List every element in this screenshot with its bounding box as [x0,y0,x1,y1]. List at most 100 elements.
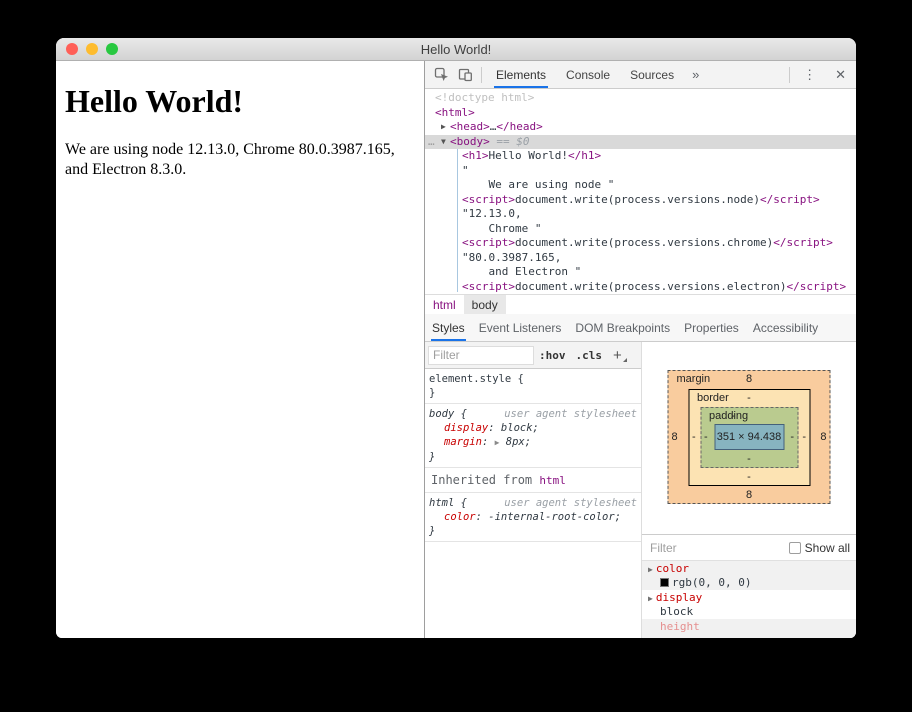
sidebar-tabs: Styles Event Listeners DOM Breakpoints P… [425,314,856,342]
inherited-from-link[interactable]: html [539,474,566,487]
kebab-menu-icon[interactable]: ⋮ [794,67,825,83]
tag-token: </h1> [567,149,602,162]
tree-line[interactable]: "12.13.0, [425,207,856,222]
computed-property-value: rgb(0, 0, 0) [648,576,850,589]
computed-property-height[interactable]: height [642,619,856,638]
brace: } [429,387,436,399]
expand-icon[interactable]: ▶ [648,594,653,603]
collapse-icon[interactable]: ▼ [441,135,446,150]
tab-accessibility[interactable]: Accessibility [746,314,825,341]
css-property[interactable]: display: block; [429,421,637,435]
style-rule-body[interactable]: body { user agent stylesheet display: bl… [425,404,641,468]
text-token: Hello World! [488,149,568,162]
tree-line[interactable]: <h1>Hello World!</h1> [425,149,856,164]
styles-pane: :hov .cls + element.style { } body { u [425,342,642,638]
box-model-border[interactable]: border - - - - padding - - - - 351 × 94.… [688,388,810,486]
tree-line[interactable]: <html> [425,106,856,121]
styles-filter-input[interactable] [428,345,534,365]
tab-sources-label: Sources [630,67,675,82]
toggle-class-button[interactable]: .cls [571,349,608,362]
tree-line[interactable]: Chrome " [425,222,856,237]
border-right-value[interactable]: - [802,431,806,443]
toggle-hover-state-button[interactable]: :hov [534,349,571,362]
expand-icon[interactable]: ▶ [441,120,446,135]
page-paragraph: We are using node 12.13.0, Chrome 80.0.3… [65,141,395,179]
tree-line[interactable]: <script>document.write(process.versions.… [425,193,856,208]
style-rule-element-style[interactable]: element.style { } [425,369,641,404]
tab-elements[interactable]: Elements [486,61,556,88]
margin-top-value[interactable]: 8 [669,373,830,385]
inspect-element-icon[interactable] [429,64,453,86]
minimize-window-button[interactable] [86,43,98,55]
text-token: "80.0.3987.165, [462,250,562,264]
css-property-value: : -internal-root-color; [475,511,622,523]
text-token: document.write(process.versions.electron… [514,279,787,293]
tree-line[interactable]: "80.0.3987.165, [425,251,856,266]
tag-token: <html> [435,105,475,119]
styles-filter-bar: :hov .cls + [425,342,641,369]
tab-console[interactable]: Console [556,61,620,88]
breadcrumb-html[interactable]: html [425,295,464,314]
css-selector: body [429,408,455,420]
padding-left-value[interactable]: - [704,431,708,443]
margin-left-value[interactable]: 8 [672,431,678,443]
padding-right-value[interactable]: - [790,431,794,443]
computed-property-color[interactable]: ▶ color rgb(0, 0, 0) [642,561,856,590]
doctype-token: <!doctype html> [435,91,535,104]
box-model-padding[interactable]: padding - - - - 351 × 94.438 [700,406,798,468]
more-tabs-button[interactable]: » [684,67,707,82]
tree-line[interactable]: ▶ <head>…</head> [425,120,856,135]
css-property[interactable]: margin: ▶ 8px; [429,435,637,450]
breadcrumb-body[interactable]: body [463,295,506,314]
border-bottom-value[interactable]: - [689,471,809,483]
tree-line[interactable]: <script>document.write(process.versions.… [425,236,856,251]
box-model-margin[interactable]: margin 8 8 8 8 border - - - - padding - … [667,370,831,504]
border-top-value[interactable]: - [689,392,809,404]
page-heading: Hello World! [65,83,244,119]
style-rule-html[interactable]: html { user agent stylesheet color: -int… [425,493,641,542]
tab-sources[interactable]: Sources [620,61,684,88]
css-property-name: margin [444,436,482,448]
tab-properties[interactable]: Properties [677,314,746,341]
margin-bottom-value[interactable]: 8 [669,489,830,501]
device-toolbar-icon[interactable] [453,64,477,86]
titlebar[interactable]: Hello World! [56,38,856,61]
tab-event-listeners[interactable]: Event Listeners [472,314,569,341]
show-all-checkbox[interactable] [788,541,801,554]
computed-property-value: block [660,605,694,618]
expand-shorthand-icon[interactable]: ▶ [495,438,500,447]
hidden-elements-icon[interactable]: … [428,135,435,150]
close-devtools-icon[interactable]: ✕ [825,67,856,83]
text-token: document.write(process.versions.node) [514,192,761,206]
tag-token: </script> [786,279,847,293]
tree-line[interactable]: <script>document.write(process.versions.… [425,280,856,295]
text-token: "12.13.0, [462,207,522,220]
brace: } [429,451,436,463]
tree-line[interactable]: and Electron " [425,265,856,280]
zoom-window-button[interactable] [106,43,118,55]
computed-property-display[interactable]: ▶ display block [642,590,856,619]
computed-filter-input[interactable] [648,539,789,556]
margin-right-value[interactable]: 8 [820,431,826,443]
inherited-from-bar: Inherited from html [425,468,641,493]
box-model-content[interactable]: 351 × 94.438 [714,424,784,450]
css-property-value: : ▶ 8px; [481,436,532,448]
tab-styles[interactable]: Styles [425,314,472,341]
border-left-value[interactable]: - [692,431,696,443]
elements-tree: <!doctype html> <html> ▶ <head> … </head> …… [425,89,856,294]
tag-token: <script> [462,192,515,206]
tree-line-selected[interactable]: … ▼ <body> == $0 [425,134,856,150]
css-property[interactable]: color: -internal-root-color; [429,510,637,524]
tree-line[interactable]: <!doctype html> [425,91,856,106]
tree-line[interactable]: We are using node " [425,178,856,193]
padding-top-value[interactable]: - [731,410,735,422]
text-token: " [462,163,469,177]
tree-line[interactable]: " [425,164,856,179]
brace: } [429,525,436,537]
new-style-rule-button[interactable]: + [609,347,628,364]
expand-icon[interactable]: ▶ [648,565,653,574]
close-window-button[interactable] [66,43,78,55]
box-model-diagram: margin 8 8 8 8 border - - - - padding - … [642,342,856,534]
tab-dom-breakpoints[interactable]: DOM Breakpoints [568,314,677,341]
padding-bottom-value[interactable]: - [701,453,797,465]
